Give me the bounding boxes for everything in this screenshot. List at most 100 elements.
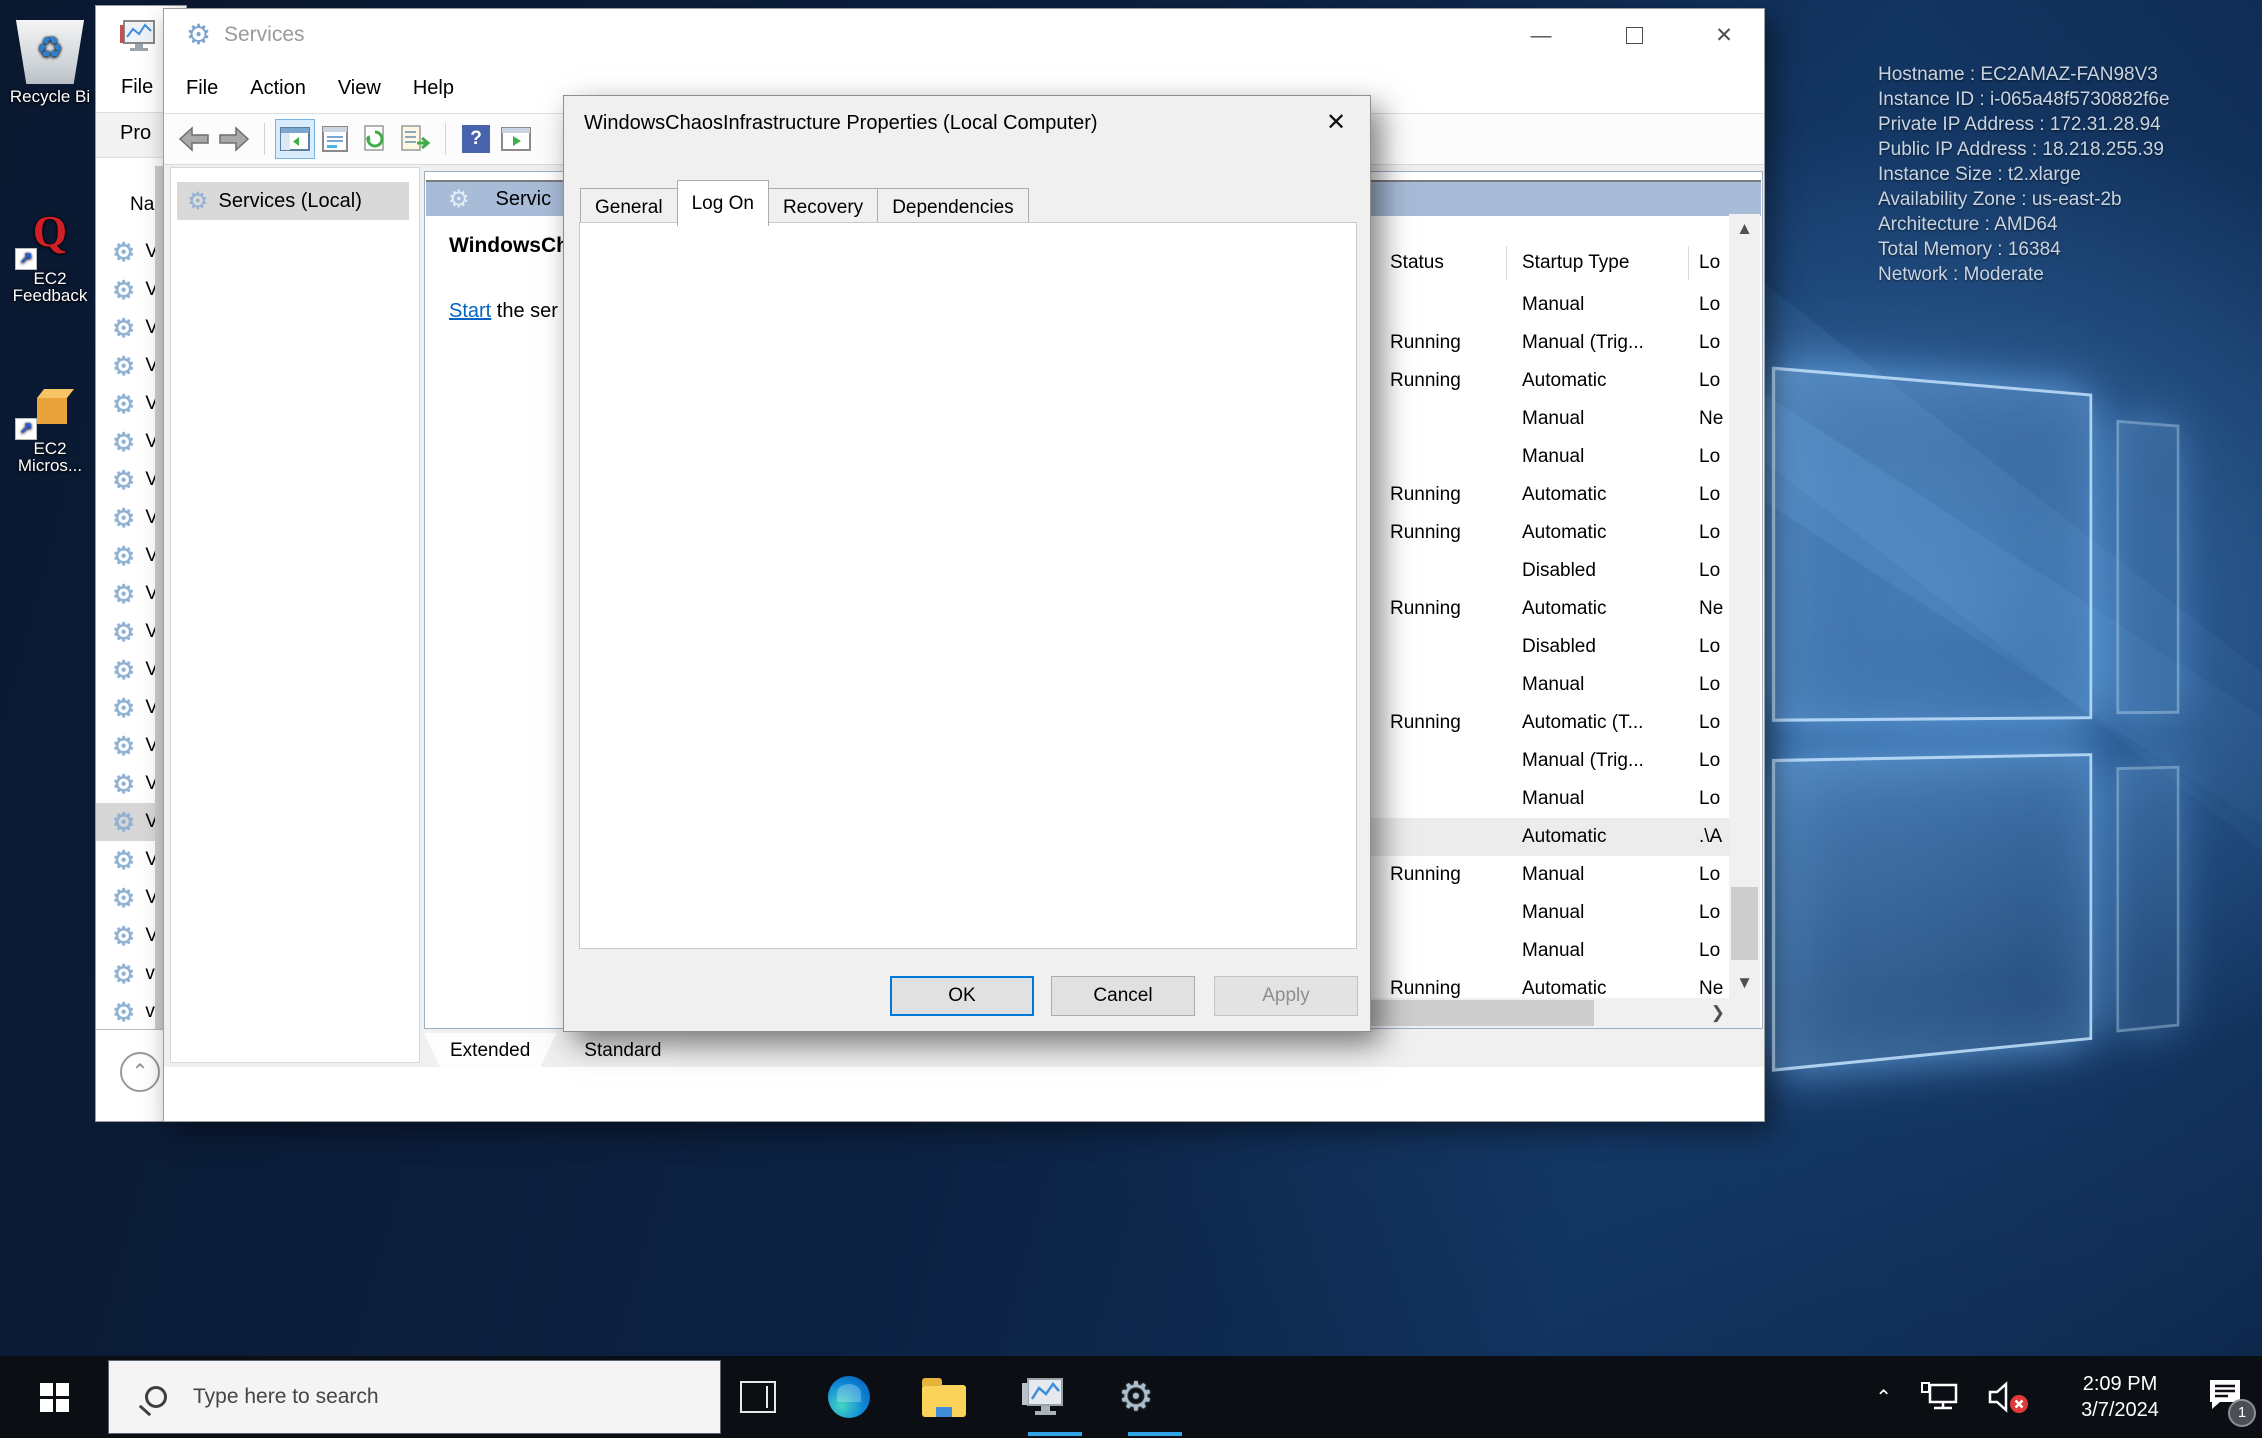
system-info-line: Public IP Address : 18.218.255.39 bbox=[1878, 137, 2170, 162]
hero-pane bbox=[2116, 420, 2179, 714]
service-gear-icon: ⚙ bbox=[112, 467, 135, 493]
ok-button[interactable]: OK bbox=[890, 976, 1034, 1016]
show-console-tree-button[interactable] bbox=[275, 119, 315, 159]
scrollbar-corner bbox=[1729, 998, 1760, 1028]
taskbar-icons: ⚙ bbox=[740, 1356, 1154, 1438]
refresh-button[interactable] bbox=[355, 119, 395, 159]
tray-chevron-up-icon[interactable]: ⌃ bbox=[1875, 1385, 1892, 1410]
service-gear-icon: ⚙ bbox=[112, 657, 135, 683]
pane-header-label: Servic bbox=[496, 188, 552, 211]
dialog-close-icon[interactable]: ✕ bbox=[1316, 106, 1356, 140]
system-info-line: Total Memory : 16384 bbox=[1878, 237, 2170, 262]
system-info-line: Network : Moderate bbox=[1878, 262, 2170, 287]
vertical-scrollbar[interactable]: ▲ ▼ bbox=[1729, 214, 1760, 998]
action-center-icon[interactable]: 1 bbox=[2206, 1378, 2244, 1417]
volume-muted-icon[interactable] bbox=[1986, 1379, 2032, 1415]
service-gear-icon: ⚙ bbox=[112, 809, 135, 835]
taskbar-search[interactable]: Type here to search bbox=[108, 1360, 721, 1434]
file-explorer-icon[interactable] bbox=[922, 1385, 966, 1417]
service-gear-icon: ⚙ bbox=[112, 277, 135, 303]
view-tab[interactable]: Standard bbox=[558, 1033, 687, 1067]
service-gear-icon: ⚙ bbox=[112, 581, 135, 607]
minimize-button[interactable]: — bbox=[1512, 17, 1570, 55]
dialog-tab[interactable]: Log On bbox=[677, 180, 769, 226]
task-view-icon[interactable] bbox=[740, 1381, 776, 1413]
system-info-line: Instance Size : t2.xlarge bbox=[1878, 162, 2170, 187]
service-gear-icon: ⚙ bbox=[112, 771, 135, 797]
service-gear-icon: ⚙ bbox=[112, 353, 135, 379]
menu-item[interactable]: Help bbox=[413, 77, 454, 100]
windows-logo-icon bbox=[40, 1383, 69, 1412]
export-list-button[interactable] bbox=[395, 119, 435, 159]
service-gear-icon: ⚙ bbox=[112, 885, 135, 911]
service-gear-icon: ⚙ bbox=[448, 185, 470, 214]
console-tree-panel: ⚙ Services (Local) bbox=[170, 167, 420, 1063]
clock-time: 2:09 PM bbox=[2058, 1371, 2182, 1397]
desktop-icon-recycle-bin[interactable]: ♻ Recycle Bi bbox=[0, 20, 105, 105]
dialog-tab[interactable]: General bbox=[580, 188, 678, 226]
services-titlebar[interactable]: ⚙ Services — ✕ bbox=[164, 9, 1764, 63]
close-button[interactable]: ✕ bbox=[1695, 17, 1753, 55]
desktop-icon-label: EC2 Micros... bbox=[0, 440, 105, 474]
back-button[interactable] bbox=[174, 119, 214, 159]
menu-item[interactable]: Action bbox=[250, 77, 306, 100]
menu-item[interactable]: View bbox=[338, 77, 381, 100]
toolbar-separator bbox=[445, 123, 446, 155]
desktop-icon-ec2-feedback[interactable]: Q ↗ EC2 Feedback bbox=[0, 210, 105, 304]
notification-badge: 1 bbox=[2228, 1399, 2256, 1427]
forward-button[interactable] bbox=[214, 119, 254, 159]
services-taskbar-icon[interactable]: ⚙ bbox=[1118, 1377, 1154, 1417]
start-button[interactable] bbox=[0, 1356, 108, 1438]
start-service-button[interactable] bbox=[496, 119, 536, 159]
scrollbar-thumb[interactable] bbox=[1731, 887, 1758, 960]
hero-pane bbox=[2116, 766, 2179, 1033]
package-cube-icon: ↗ bbox=[13, 386, 87, 436]
view-tab[interactable]: Extended bbox=[424, 1033, 556, 1067]
properties-dialog: WindowsChaosInfrastructure Properties (L… bbox=[563, 95, 1371, 1032]
service-gear-icon: ⚙ bbox=[112, 239, 135, 265]
dialog-tab[interactable]: Recovery bbox=[768, 188, 878, 226]
ec2-feedback-icon: Q ↗ bbox=[13, 210, 87, 266]
network-icon[interactable] bbox=[1920, 1381, 1960, 1413]
dialog-tab[interactable]: Dependencies bbox=[877, 188, 1028, 226]
clock-date: 3/7/2024 bbox=[2058, 1397, 2182, 1423]
maximize-button[interactable] bbox=[1605, 17, 1663, 55]
column-divider[interactable] bbox=[1506, 246, 1507, 280]
background-menu-file[interactable]: File bbox=[121, 76, 153, 99]
column-divider[interactable] bbox=[1688, 246, 1689, 280]
service-gear-icon: ⚙ bbox=[112, 505, 135, 531]
cancel-button[interactable]: Cancel bbox=[1051, 976, 1195, 1016]
scroll-right-icon[interactable]: ❯ bbox=[1711, 998, 1725, 1028]
menu-item[interactable]: File bbox=[186, 77, 218, 100]
performance-monitor-taskbar-icon[interactable] bbox=[1018, 1375, 1066, 1419]
service-gear-icon: ⚙ bbox=[112, 619, 135, 645]
shortcut-arrow-icon: ↗ bbox=[15, 418, 37, 440]
edge-browser-icon[interactable] bbox=[828, 1376, 870, 1418]
service-gear-icon: ⚙ bbox=[112, 733, 135, 759]
column-status: Status bbox=[1390, 252, 1444, 274]
help-button[interactable]: ? bbox=[456, 119, 496, 159]
service-gear-icon: ⚙ bbox=[112, 543, 135, 569]
toolbar-separator bbox=[264, 123, 265, 155]
taskbar-clock[interactable]: 2:09 PM 3/7/2024 bbox=[2058, 1371, 2182, 1423]
chevron-up-icon[interactable]: ⌃ bbox=[120, 1052, 160, 1092]
hero-pane bbox=[1772, 367, 2092, 722]
apply-button[interactable]: Apply bbox=[1214, 976, 1358, 1016]
search-placeholder: Type here to search bbox=[193, 1385, 379, 1409]
search-icon bbox=[145, 1386, 167, 1408]
start-service-link[interactable]: Start bbox=[449, 300, 491, 322]
desktop-icon-ec2-microsoft[interactable]: ↗ EC2 Micros... bbox=[0, 386, 105, 474]
tree-item-services-local[interactable]: ⚙ Services (Local) bbox=[177, 182, 409, 220]
performance-monitor-icon bbox=[118, 17, 158, 57]
dialog-title: WindowsChaosInfrastructure Properties (L… bbox=[584, 112, 1098, 135]
service-gear-icon: ⚙ bbox=[112, 429, 135, 455]
scroll-up-icon[interactable]: ▲ bbox=[1729, 214, 1760, 244]
service-gear-icon: ⚙ bbox=[112, 391, 135, 417]
system-info-line: Availability Zone : us-east-2b bbox=[1878, 187, 2170, 212]
open-app-indicator bbox=[1128, 1432, 1182, 1436]
properties-button[interactable] bbox=[315, 119, 355, 159]
system-tray: ⌃ 2:09 PM 3/7/2024 bbox=[1875, 1356, 2262, 1438]
shortcut-arrow-icon: ↗ bbox=[15, 248, 37, 270]
service-gear-icon: ⚙ bbox=[112, 695, 135, 721]
scroll-down-icon[interactable]: ▼ bbox=[1729, 968, 1760, 998]
